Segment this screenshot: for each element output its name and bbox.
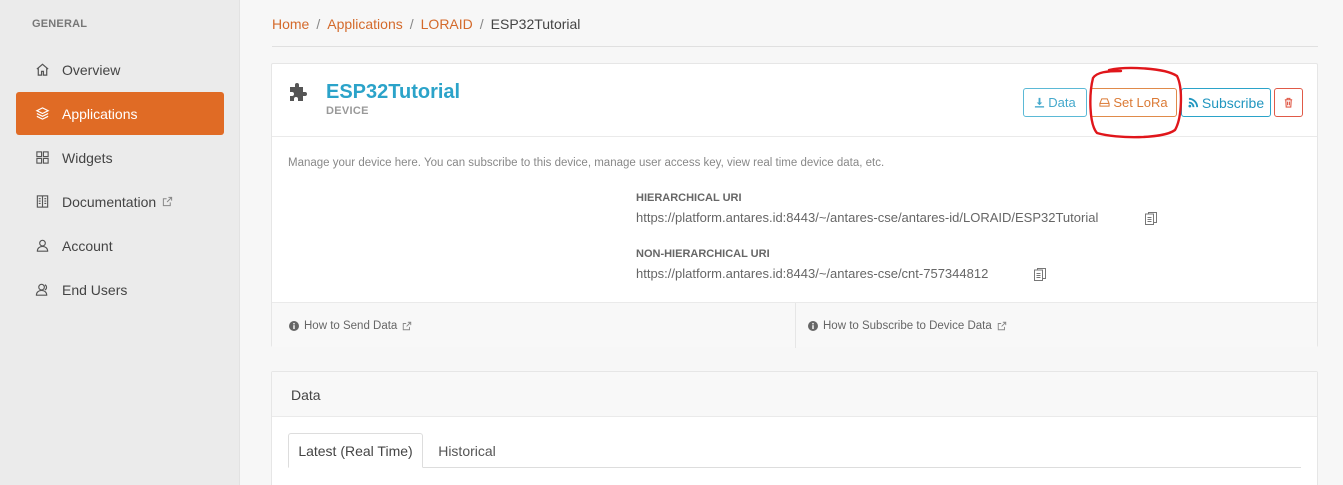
copy-icon[interactable]: [1144, 211, 1158, 226]
how-to-send-data-link[interactable]: How to Send Data: [289, 303, 412, 348]
data-card-title: Data: [291, 387, 321, 403]
data-button-label: Data: [1048, 95, 1076, 110]
sidebar: GENERAL Overview Applications Widgets Do…: [0, 0, 240, 485]
hierarchical-uri-value: https://platform.antares.id:8443/~/antar…: [636, 210, 1099, 225]
info-icon: [289, 320, 299, 331]
breadcrumb-app[interactable]: LORAID: [421, 16, 473, 32]
sidebar-item-widgets[interactable]: Widgets: [16, 136, 224, 179]
rss-icon: [1188, 97, 1199, 108]
sidebar-item-label: Overview: [62, 61, 121, 78]
user-icon: [34, 238, 50, 254]
sidebar-item-documentation[interactable]: Documentation: [16, 180, 224, 223]
sidebar-item-applications[interactable]: Applications: [16, 92, 224, 135]
info-icon: [808, 320, 818, 331]
divider: [795, 303, 796, 348]
divider: [272, 46, 1318, 47]
non-hierarchical-uri-label: NON-HIERARCHICAL URI: [636, 248, 770, 260]
sidebar-item-label: Documentation: [62, 193, 157, 210]
users-icon: [34, 282, 50, 298]
delete-button[interactable]: [1274, 88, 1303, 117]
set-lora-button[interactable]: Set LoRa: [1090, 88, 1177, 117]
hdd-icon: [1099, 97, 1110, 108]
external-link-icon: [162, 196, 173, 207]
help-links-row: How to Send Data How to Subscribe to Dev…: [272, 302, 1317, 348]
subscribe-button-label: Subscribe: [1201, 94, 1265, 111]
data-button[interactable]: Data: [1023, 88, 1087, 117]
external-link-icon: [402, 321, 412, 331]
device-card: ESP32Tutorial DEVICE Data Set LoRa Subsc…: [271, 63, 1318, 348]
device-card-header: ESP32Tutorial DEVICE Data Set LoRa Subsc…: [272, 64, 1317, 139]
breadcrumb-current: ESP32Tutorial: [490, 16, 581, 32]
sidebar-item-label: Widgets: [62, 149, 113, 166]
puzzle-icon: [287, 80, 311, 104]
hierarchical-uri-label: HIERARCHICAL URI: [636, 192, 742, 204]
grid-icon: [34, 150, 50, 166]
device-subtitle: DEVICE: [326, 105, 369, 117]
home-icon: [34, 62, 50, 78]
how-to-send-data-label: How to Send Data: [304, 319, 398, 332]
breadcrumb-separator: /: [479, 16, 484, 32]
breadcrumb-separator: /: [316, 16, 321, 32]
breadcrumb: Home / Applications / LORAID / ESP32Tuto…: [272, 16, 580, 32]
non-hierarchical-uri-value: https://platform.antares.id:8443/~/antar…: [636, 266, 989, 281]
sidebar-item-label: Applications: [62, 105, 138, 122]
tab-historical[interactable]: Historical: [423, 433, 511, 468]
how-to-subscribe-label: How to Subscribe to Device Data: [823, 319, 992, 332]
sidebar-item-account[interactable]: Account: [16, 224, 224, 267]
tab-latest[interactable]: Latest (Real Time): [288, 433, 423, 468]
set-lora-button-label: Set LoRa: [1113, 95, 1168, 110]
sidebar-heading: GENERAL: [32, 18, 88, 30]
subscribe-button[interactable]: Subscribe: [1181, 88, 1271, 117]
breadcrumb-home[interactable]: Home: [272, 16, 309, 32]
main-content: Home / Applications / LORAID / ESP32Tuto…: [240, 0, 1343, 485]
sidebar-item-end-users[interactable]: End Users: [16, 268, 224, 311]
breadcrumb-separator: /: [409, 16, 414, 32]
how-to-subscribe-link[interactable]: How to Subscribe to Device Data: [808, 303, 1007, 348]
external-link-icon: [997, 321, 1007, 331]
sidebar-item-overview[interactable]: Overview: [16, 48, 224, 91]
data-card-header: Data: [272, 372, 1317, 417]
layers-icon: [34, 106, 50, 122]
copy-icon[interactable]: [1033, 267, 1047, 282]
sidebar-item-label: End Users: [62, 281, 128, 298]
data-card: Data Latest (Real Time) Historical: [271, 371, 1318, 485]
book-icon: [34, 194, 50, 210]
device-title: ESP32Tutorial: [326, 81, 461, 103]
sidebar-item-label: Account: [62, 237, 113, 254]
trash-icon: [1283, 97, 1294, 108]
breadcrumb-applications[interactable]: Applications: [327, 16, 403, 32]
device-description: Manage your device here. You can subscri…: [288, 157, 885, 169]
download-icon: [1034, 97, 1045, 108]
